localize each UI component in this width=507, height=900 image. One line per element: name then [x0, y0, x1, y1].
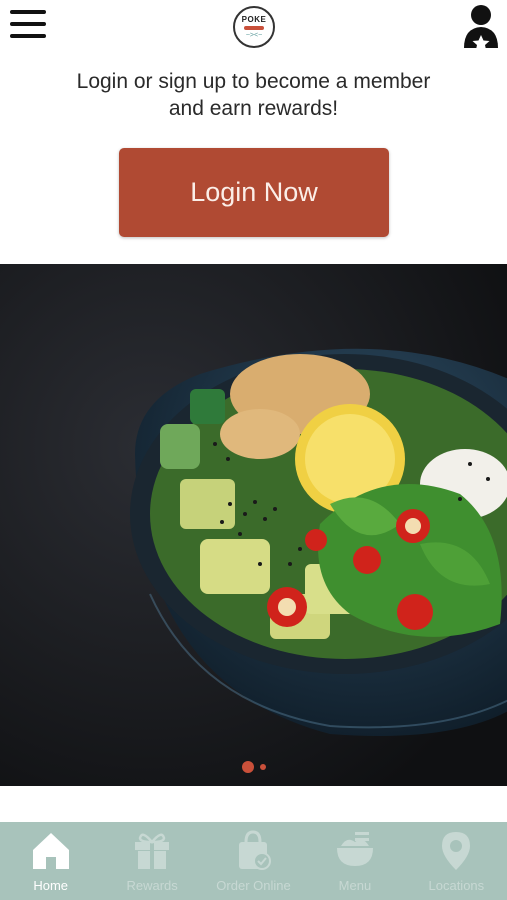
- tab-rewards[interactable]: Rewards: [101, 822, 202, 900]
- prompt-line-2: and earn rewards!: [168, 97, 339, 120]
- hero-carousel[interactable]: [0, 264, 507, 786]
- carousel-dot[interactable]: [259, 764, 266, 770]
- home-icon: [32, 833, 69, 869]
- menu-line: [10, 34, 46, 38]
- tab-label: Locations: [428, 878, 485, 893]
- bottom-tab-bar: Home Rewards Order Online Menu Locations: [0, 822, 507, 900]
- shopping-bag-icon: [238, 830, 271, 870]
- brand-logo[interactable]: POKE ~><~: [233, 6, 275, 48]
- tab-label: Order Online: [216, 878, 291, 893]
- hamburger-menu-icon[interactable]: [10, 10, 46, 42]
- tab-label: Rewards: [126, 878, 178, 893]
- gift-icon: [135, 833, 170, 869]
- bowl-icon: [336, 832, 373, 866]
- tab-home[interactable]: Home: [0, 822, 101, 900]
- tab-menu[interactable]: Menu: [304, 822, 405, 900]
- carousel-indicator[interactable]: [0, 761, 507, 773]
- tab-label: Home: [33, 878, 69, 893]
- member-prompt: Login or sign up to become a member and …: [0, 68, 507, 122]
- prompt-line-1: Login or sign up to become a member: [76, 70, 431, 93]
- poke-bowl-image: [0, 264, 507, 786]
- logo-fish-mark: ~><~: [245, 31, 263, 39]
- location-pin-icon: [442, 832, 471, 870]
- menu-line: [10, 22, 46, 26]
- logo-text: POKE: [241, 14, 267, 24]
- menu-line: [10, 10, 46, 14]
- tab-label: Menu: [338, 878, 372, 893]
- tab-locations[interactable]: Locations: [406, 822, 507, 900]
- carousel-dot-active[interactable]: [241, 761, 254, 773]
- profile-icon[interactable]: [458, 2, 504, 54]
- app-header: POKE ~><~: [0, 0, 507, 60]
- tab-order-online[interactable]: Order Online: [203, 822, 304, 900]
- login-now-button[interactable]: Login Now: [119, 148, 389, 237]
- logo-stripe: [244, 25, 264, 30]
